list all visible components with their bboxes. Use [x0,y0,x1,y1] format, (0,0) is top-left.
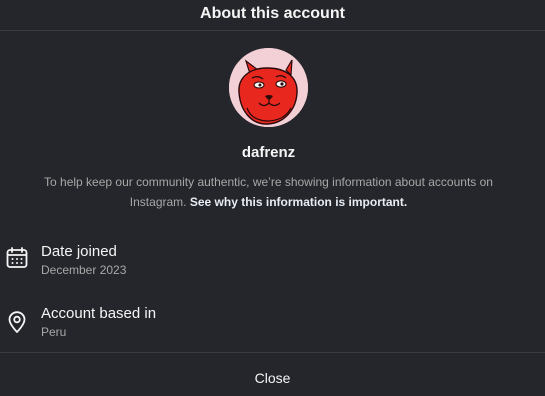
account-based-in-row: Account based in Peru [0,302,545,346]
profile-username: dafrenz [241,144,296,161]
account-based-in-value: Peru [41,325,67,339]
dialog-title: About this account [200,4,345,22]
date-joined-label: Date joined [41,243,117,260]
location-pin-icon [5,310,29,334]
date-joined-value: December 2023 [41,263,127,277]
profile-avatar [229,48,308,127]
info-description: To help keep our community authentic, we… [30,172,507,212]
about-account-dialog: About this account dafrenz To help keep … [0,0,545,396]
calendar-icon [5,246,29,270]
close-button[interactable]: Close [0,353,545,396]
devil-cartoon-avatar-icon [229,48,308,127]
dialog-header: About this account [0,0,545,31]
account-based-in-label: Account based in [41,305,157,322]
date-joined-row: Date joined December 2023 [0,240,545,284]
info-link[interactable]: See why this information is important. [190,195,407,209]
dialog-footer: Close [0,352,545,396]
